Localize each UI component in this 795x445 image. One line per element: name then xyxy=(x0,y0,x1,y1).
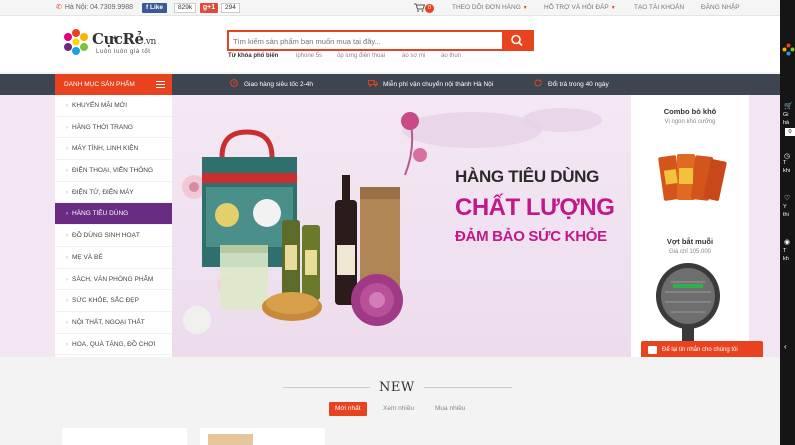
phone-icon: ✆ xyxy=(56,4,62,11)
banner-subheadline: CHẤT LƯỢNG xyxy=(455,194,615,221)
banner-headline: HÀNG TIÊU DÙNG xyxy=(455,167,600,186)
featured-product[interactable]: Combo bò khô Vị ngon khó cưỡng xyxy=(631,107,749,125)
product-description: Vị ngon khó cưỡng xyxy=(664,119,716,125)
chevron-left-icon[interactable]: ‹ xyxy=(784,342,787,351)
truck-icon xyxy=(368,80,378,87)
page-background-strip xyxy=(0,95,55,357)
search-button[interactable] xyxy=(502,32,532,49)
panel-cart-badge: 0 xyxy=(785,128,795,136)
feature-fast-delivery: Giao hàng siêu tốc 2-4h xyxy=(229,74,313,95)
category-menu-button[interactable]: DANH MỤC SẢN PHẨM xyxy=(55,74,172,95)
category-item[interactable]: › ĐIỆN THOẠI, VIỄN THÔNG xyxy=(55,160,172,182)
category-item[interactable]: › HÀNG THỜI TRANG xyxy=(55,117,172,139)
category-menu: › KHUYẾN MÃI MỚI › HÀNG THỜI TRANG › MÁY TÍ… xyxy=(55,95,172,357)
featured-products: Combo bò khô Vị ngon khó cưỡng Vợt bắt m… xyxy=(631,95,749,357)
hamburger-icon xyxy=(156,81,165,88)
refresh-icon xyxy=(534,79,542,87)
search-bar xyxy=(227,30,534,51)
popular-keywords-label: Từ khóa phổ biến xyxy=(228,53,279,59)
chevron-right-icon: › xyxy=(66,146,68,153)
category-item[interactable]: › KHUYẾN MÃI MỚI xyxy=(55,95,172,117)
brand-slogan: Luôn luôn giá tốt xyxy=(96,49,151,55)
create-account-link[interactable]: TẠO TÀI KHOẢN xyxy=(634,4,684,11)
product-image xyxy=(208,434,253,445)
category-item[interactable]: › MẸ VÀ BÉ xyxy=(55,247,172,269)
chevron-right-icon: › xyxy=(66,211,68,218)
chevron-right-icon: › xyxy=(66,124,68,131)
chevron-right-icon: › xyxy=(66,276,68,283)
beef-jerky-image xyxy=(658,154,727,201)
heart-icon[interactable]: ♡ xyxy=(784,194,790,202)
chevron-right-icon: › xyxy=(66,254,68,261)
facebook-like-count: 829k xyxy=(174,3,197,13)
hero-banner[interactable]: HÀNG TIÊU DÙNG CHẤT LƯỢNG ĐẢM BẢO SỨC KH… xyxy=(172,95,631,357)
top-bar: ✆ Hà Nội: 04.7309.9988 f Like 829k g+1 29… xyxy=(0,0,780,16)
banner-products-illustration xyxy=(182,108,602,334)
chevron-right-icon: › xyxy=(66,189,68,196)
section-divider xyxy=(283,387,370,388)
section-title: NEW xyxy=(379,380,415,395)
product-name: Combo bò khô xyxy=(663,107,717,116)
chevron-right-icon: › xyxy=(66,103,68,109)
logo-flower-icon xyxy=(64,29,88,55)
keyword-link[interactable]: ốp lưng điện thoại xyxy=(337,53,385,59)
track-order-link[interactable]: THEO DÕI ĐƠN HÀNG ▼ xyxy=(452,4,528,11)
category-item[interactable]: › SỨC KHỎE, SẮC ĐẸP xyxy=(55,290,172,312)
chevron-right-icon: › xyxy=(66,319,68,326)
keyword-link[interactable]: áo thun xyxy=(441,53,461,59)
product-description: Giá chỉ 105.000 xyxy=(668,249,712,255)
category-item[interactable]: › ĐIỆN TỬ, ĐIỆN MÁY xyxy=(55,182,172,204)
featured-product[interactable]: Vợt bắt muỗi Giá chỉ 105.000 xyxy=(631,237,749,255)
category-item[interactable]: › ĐỒ DÙNG SINH HOẠT xyxy=(55,225,172,247)
cart-count-badge: 0 xyxy=(425,4,434,13)
search-icon xyxy=(511,34,523,47)
tab-newest[interactable]: Mới nhất xyxy=(329,402,367,416)
tab-most-viewed[interactable]: Xem nhiều xyxy=(377,402,420,416)
caret-down-icon: ▼ xyxy=(522,5,528,11)
caret-down-icon: ▼ xyxy=(610,5,616,11)
category-item[interactable]: › NỘI THẤT, NGOẠI THẤT xyxy=(55,312,172,334)
site-logo[interactable]: CựcRẻ.vn Luôn luôn giá tốt xyxy=(62,28,172,58)
chevron-right-icon: › xyxy=(66,341,68,348)
category-item-active[interactable]: › HÀNG TIÊU DÙNG xyxy=(55,203,172,226)
category-item[interactable]: › SÁCH, VĂN PHÒNG PHẨM xyxy=(55,269,172,291)
page-background-strip xyxy=(749,95,780,357)
brand-name: CựcRẻ.vn xyxy=(92,30,156,48)
keyword-link[interactable]: áo sơ mi xyxy=(402,53,425,59)
hotline: ✆ Hà Nội: 04.7309.9988 xyxy=(56,4,133,11)
category-item[interactable]: › MÁY TÍNH, LINH KIỆN xyxy=(55,138,172,161)
tab-best-selling[interactable]: Mua nhiều xyxy=(429,402,471,416)
section-divider xyxy=(424,387,512,388)
product-card[interactable] xyxy=(200,428,325,445)
feature-free-shipping: Miễn phí vận chuyển nội thành Hà Nội xyxy=(368,74,493,95)
google-plus-button[interactable]: g+1 xyxy=(200,3,218,13)
right-side-panel: 🛒 Gi hà 0 ◷ T khi ♡ Y thi ◉ T kh ‹ xyxy=(780,0,795,445)
banner-tagline: ĐẢM BẢO SỨC KHỎE xyxy=(455,228,607,245)
feature-returns: Đổi trả trong 40 ngày xyxy=(533,74,609,95)
support-link[interactable]: HỖ TRỢ VÀ HỎI ĐÁP ▼ xyxy=(544,4,616,11)
logo-flower-icon xyxy=(782,43,795,56)
product-name: Vợt bắt muỗi xyxy=(666,237,714,246)
clock-icon xyxy=(230,79,238,88)
chevron-right-icon: › xyxy=(66,168,68,175)
clock-icon[interactable]: ◷ xyxy=(784,152,790,160)
chevron-right-icon: › xyxy=(66,298,68,305)
search-input[interactable] xyxy=(233,35,501,47)
facebook-like-button[interactable]: f Like xyxy=(142,3,167,13)
login-link[interactable]: ĐĂNG NHẬP xyxy=(701,4,740,11)
chevron-right-icon: › xyxy=(66,233,68,240)
cart-icon[interactable]: 🛒 xyxy=(784,102,793,110)
cart-icon[interactable] xyxy=(414,3,426,14)
google-plus-count: 294 xyxy=(221,3,240,13)
product-card[interactable] xyxy=(62,428,187,445)
eye-icon[interactable]: ◉ xyxy=(784,238,790,246)
keyword-link[interactable]: iphone 5s xyxy=(296,53,322,59)
category-item[interactable]: › HOA, QUÀ TẶNG, ĐỒ CHƠI xyxy=(55,334,172,356)
chat-icon xyxy=(648,346,657,354)
